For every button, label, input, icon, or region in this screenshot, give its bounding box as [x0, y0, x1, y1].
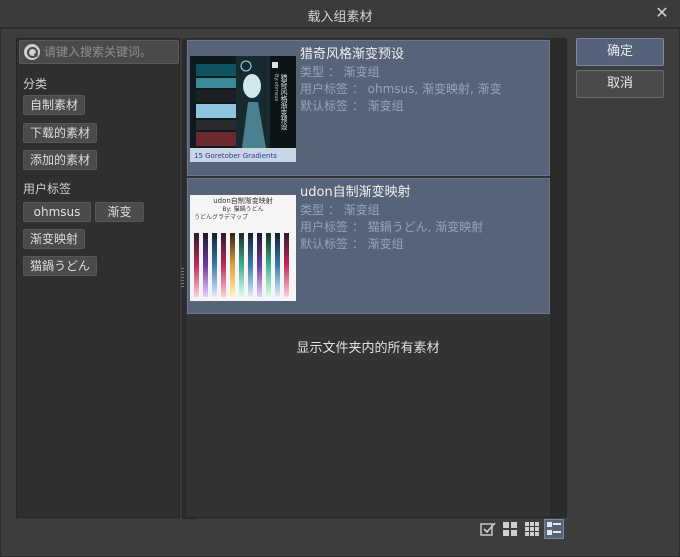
category-chip-downloaded[interactable]: 下载的素材 [23, 123, 98, 143]
title-bar: 载入组素材 ✕ [0, 0, 680, 28]
filter-panel: 分类 自制素材 下载的素材 添加的素材 用户标签 ohmsus 渐变 渐变映射 … [16, 38, 197, 519]
item-default-tags: 默认标签 ： 渐变组 [300, 237, 404, 251]
small-grid-view-icon[interactable] [522, 519, 542, 539]
item-user-tags: 用户标签 ： ohmsus, 渐变映射, 渐变 [300, 82, 502, 96]
item-name: 猎奇风格渐变预设 [300, 47, 405, 62]
thumb-caption: 15 Goretober Gradients [194, 152, 277, 160]
window-title: 载入组素材 [307, 10, 373, 25]
large-grid-view-icon[interactable] [500, 519, 520, 539]
thumb-title: udon自制渐变映射 [213, 196, 273, 205]
tag-chip-gradient-map[interactable]: 渐变映射 [23, 229, 86, 249]
folder-info-text: 显示文件夹内的所有素材 [296, 341, 440, 356]
item-thumbnail: udon自制渐变映射 By: 猫鍋うどん うどんグラデマップ [190, 195, 296, 301]
ok-button[interactable]: 确定 [576, 38, 664, 66]
tag-chip-ohmsus[interactable]: ohmsus [23, 202, 91, 222]
item-type: 类型 ： 渐变组 [300, 65, 380, 79]
item-thumbnail: 猎奇风格渐变预设 By:ohmsus 15 Goretober Gradient… [190, 56, 296, 162]
category-chip-added[interactable]: 添加的素材 [23, 150, 98, 170]
thumb-subtitle: うどんグラデマップ [194, 213, 248, 221]
thumb-vertical-by: By:ohmsus [273, 74, 279, 102]
material-item-udon[interactable]: udon自制渐变映射 By: 猫鍋うどん うどんグラデマップ udon自制渐变映… [187, 178, 550, 314]
detail-list-view-icon[interactable] [544, 519, 564, 539]
material-item-goretober[interactable]: 猎奇风格渐变预设 By:ohmsus 15 Goretober Gradient… [187, 40, 550, 176]
item-user-tags: 用户标签 ： 猫鍋うどん, 渐变映射 [300, 220, 484, 234]
item-default-tags: 默认标签 ： 渐变组 [300, 99, 404, 113]
tag-chip-nekonabe-udon[interactable]: 猫鍋うどん [23, 256, 98, 276]
category-chip-own[interactable]: 自制素材 [23, 95, 86, 115]
item-type: 类型 ： 渐变组 [300, 203, 380, 217]
checkbox-view-icon[interactable] [478, 519, 498, 539]
tag-chip-gradient[interactable]: 渐变 [95, 202, 144, 222]
cancel-button[interactable]: 取消 [576, 70, 664, 98]
search-box[interactable] [19, 40, 179, 64]
list-scrollbar[interactable] [551, 38, 567, 518]
item-name: udon自制渐变映射 [300, 185, 411, 200]
thumb-by: By: 猫鍋うどん [222, 205, 263, 213]
search-icon [24, 44, 40, 60]
search-input[interactable] [44, 43, 176, 61]
splitter-handle[interactable] [181, 268, 184, 288]
user-tag-heading: 用户标签 [23, 182, 72, 196]
material-list: 猎奇风格渐变预设 By:ohmsus 15 Goretober Gradient… [185, 38, 551, 518]
thumb-vertical-title: 猎奇风格渐变预设 [280, 73, 288, 131]
category-heading: 分类 [23, 77, 48, 91]
close-icon[interactable]: ✕ [652, 3, 672, 23]
